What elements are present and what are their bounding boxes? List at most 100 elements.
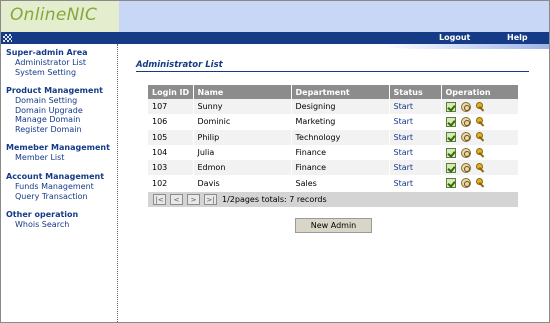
column-header-department: Department [291,85,390,99]
previous-page-button[interactable]: < [170,194,183,205]
department-cell: Technology [291,129,390,145]
operation-cell [441,114,519,130]
disable-icon[interactable] [460,101,471,112]
administrator-table: Login ID Name Department Status Operatio… [148,85,519,191]
sidebar-item-whois-search[interactable]: Whois Search [6,220,78,230]
edit-icon[interactable] [445,116,456,127]
edit-icon[interactable] [445,162,456,173]
table-row: 105 Philip Technology Start [148,129,519,145]
status-cell: Start [389,99,442,115]
status-link[interactable]: Start [394,179,414,188]
login-id-cell: 103 [148,160,194,176]
sidebar-group-title: Memeber Management [6,143,110,152]
key-icon[interactable] [475,101,486,112]
logo-box: OnlineNIC [1,1,119,32]
column-header-operation: Operation [441,85,519,99]
disable-icon[interactable] [460,178,471,189]
name-cell: Sunny [193,99,292,115]
pagination-info: 1/2pages totals: 7 records [222,195,327,204]
pagination-bar: |< < > >| 1/2pages totals: 7 records [148,192,518,207]
sidebar-item-domain-setting[interactable]: Domain Setting [6,96,103,106]
sidebar-item-system-setting[interactable]: System Setting [6,68,88,78]
key-icon[interactable] [475,178,486,188]
operation-cell [441,144,519,161]
sidebar-item-query-transaction[interactable]: Query Transaction [6,192,104,202]
operation-cell [441,175,519,191]
key-icon[interactable] [475,147,486,158]
department-cell: Marketing [291,114,390,130]
sidebar-group-title: Super-admin Area [6,48,88,57]
name-cell: Edmon [193,160,292,176]
sidebar-group-title: Other operation [6,210,79,219]
last-page-button[interactable]: >| [204,194,217,205]
login-id-cell: 102 [148,175,194,191]
table-header-row: Login ID Name Department Status Operatio… [148,85,519,99]
table-row: 102 Davis Sales Start [148,175,519,191]
table-row: 107 Sunny Designing Start [148,99,519,115]
status-cell: Start [389,129,442,145]
operation-cell [441,129,519,145]
sidebar: Super-admin Area Administrator List Syst… [1,44,118,322]
department-cell: Sales [291,175,390,191]
sidebar-item-domain-upgrade[interactable]: Domain Upgrade [6,106,103,116]
status-link[interactable]: Start [394,148,414,157]
header-banner [119,1,549,32]
name-cell: Julia [193,144,292,161]
disable-icon[interactable] [460,132,471,143]
name-cell: Philip [193,129,292,145]
status-cell: Start [389,114,442,130]
edit-icon[interactable] [445,178,456,189]
sidebar-group-title: Product Management [6,86,103,95]
checker-pattern-icon [3,34,12,42]
table-row: 106 Dominic Marketing Start [148,114,519,130]
name-cell: Davis [193,175,292,191]
disable-icon[interactable] [460,116,471,127]
key-icon[interactable] [475,132,486,142]
sidebar-group-product: Product Management Domain Setting Domain… [6,86,103,134]
sidebar-group-member: Memeber Management Member List [6,143,110,163]
login-id-cell: 104 [148,144,194,161]
status-link[interactable]: Start [394,133,414,142]
new-admin-button[interactable]: New Admin [295,218,372,233]
header: OnlineNIC [1,1,549,32]
status-link[interactable]: Start [394,102,414,111]
sidebar-group-account: Account Management Funds Management Quer… [6,172,104,201]
operation-cell [441,160,519,176]
login-id-cell: 105 [148,129,194,145]
sidebar-group-title: Account Management [6,172,105,181]
status-link[interactable]: Start [394,117,414,126]
table-row: 104 Julia Finance Start [148,144,519,161]
table-row: 103 Edmon Finance Start [148,160,519,176]
status-link[interactable]: Start [394,163,414,172]
key-icon[interactable] [475,116,486,127]
edit-icon[interactable] [445,101,456,112]
next-page-button[interactable]: > [187,194,200,205]
first-page-button[interactable]: |< [153,194,166,205]
disable-icon[interactable] [460,162,471,173]
page-title: Administrator List [136,60,223,70]
status-cell: Start [389,175,442,191]
column-header-status: Status [389,85,442,99]
login-id-cell: 107 [148,99,194,115]
disable-icon[interactable] [460,147,471,158]
sidebar-group-super-admin: Super-admin Area Administrator List Syst… [6,48,88,77]
column-header-name: Name [193,85,292,99]
sidebar-item-member-list[interactable]: Member List [6,153,110,163]
edit-icon[interactable] [445,132,456,143]
department-cell: Finance [291,144,390,161]
status-cell: Start [389,144,442,161]
key-icon[interactable] [475,162,486,173]
department-cell: Designing [291,99,390,115]
title-divider [136,71,529,72]
logo: OnlineNIC [10,5,98,25]
sidebar-item-manage-domain[interactable]: Manage Domain [6,115,103,125]
sidebar-item-administrator-list[interactable]: Administrator List [6,58,88,68]
help-link[interactable]: Help [507,32,528,44]
edit-icon[interactable] [445,147,456,158]
login-id-cell: 106 [148,114,194,130]
logout-link[interactable]: Logout [439,32,470,44]
operation-cell [441,99,519,115]
name-cell: Dominic [193,114,292,130]
sidebar-item-register-domain[interactable]: Register Domain [6,125,103,135]
sidebar-item-funds-management[interactable]: Funds Management [6,182,104,192]
